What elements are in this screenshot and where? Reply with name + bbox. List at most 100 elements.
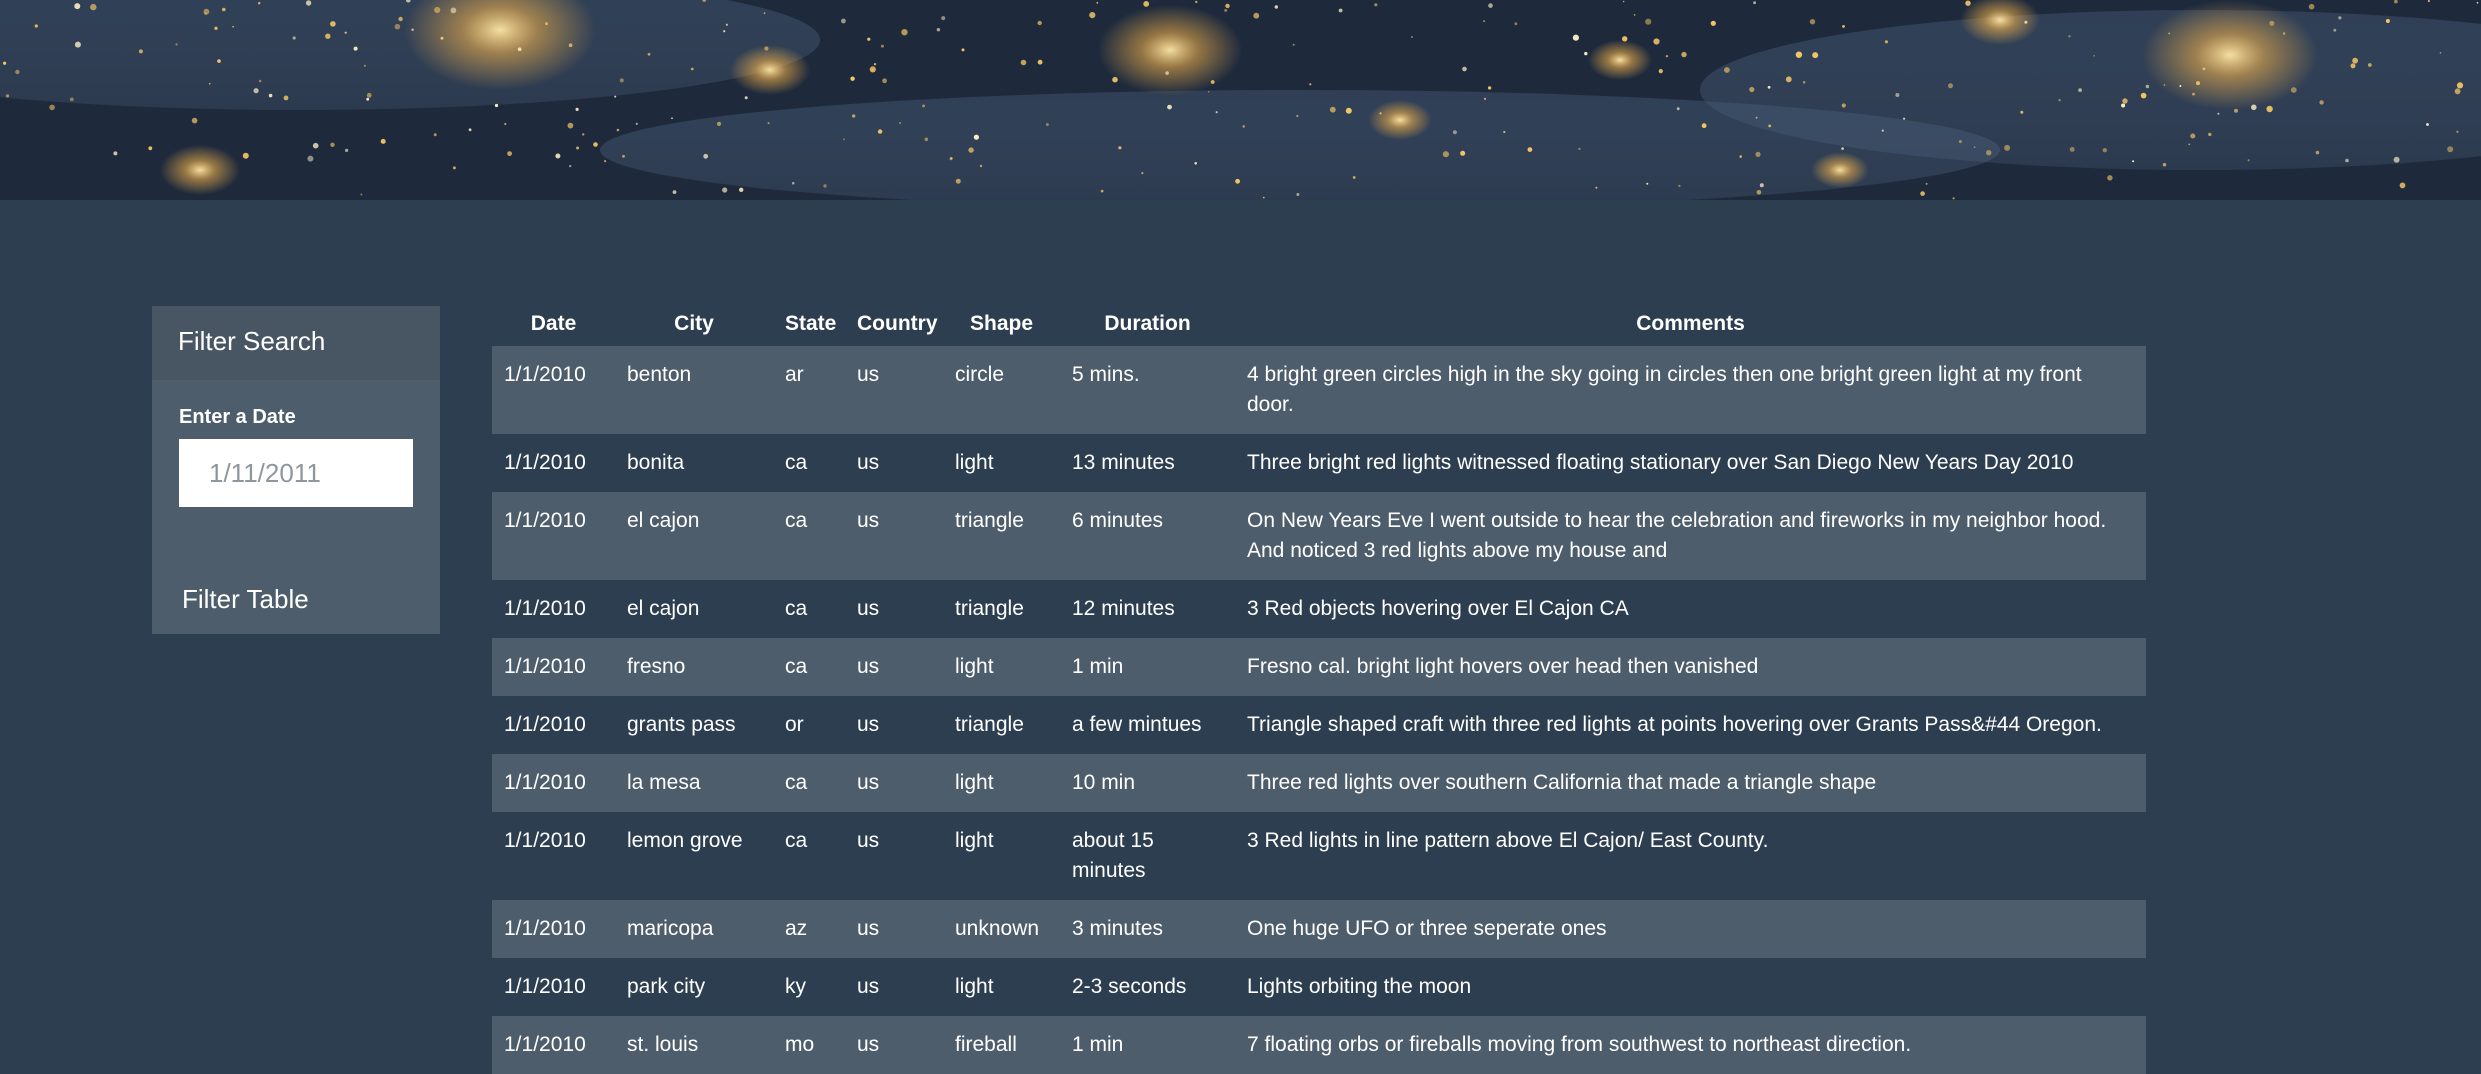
cell-state: ca xyxy=(785,509,808,532)
cell-duration: 3 minutes xyxy=(1072,917,1164,940)
city-light xyxy=(1739,155,1742,158)
city-light xyxy=(1920,191,1925,196)
city-light xyxy=(941,16,946,21)
city-light xyxy=(569,164,572,168)
city-light xyxy=(2093,55,2095,57)
cell-date: 1/1/2010 xyxy=(504,363,586,386)
cell-shape: fireball xyxy=(955,1033,1017,1056)
city-light xyxy=(619,78,624,83)
city-light xyxy=(767,122,770,125)
city-light xyxy=(1483,97,1487,100)
cell-state: ca xyxy=(785,451,808,474)
cell-country: us xyxy=(857,655,880,678)
city-light xyxy=(433,133,437,137)
city-light xyxy=(517,47,522,51)
city-light xyxy=(672,190,677,195)
city-light xyxy=(191,117,198,124)
city-light xyxy=(1503,130,1506,134)
city-light xyxy=(1755,116,1758,119)
city-light xyxy=(363,64,366,67)
city-light xyxy=(545,22,548,26)
city-light xyxy=(841,18,846,24)
table-row: 1/1/2010 el cajon ca us triangle 12 minutes 3 … xyxy=(492,580,2146,638)
city-light xyxy=(69,97,74,102)
city-light xyxy=(703,153,709,159)
cell-duration: 5 mins. xyxy=(1072,363,1140,386)
table-row: 1/1/2010 grants pass or us triangle a few min… xyxy=(492,696,2146,754)
city-light xyxy=(15,69,20,75)
city-light xyxy=(305,0,312,6)
cell-shape: triangle xyxy=(955,509,1024,532)
city-light xyxy=(2350,63,2356,69)
cell-shape: light xyxy=(955,975,994,998)
city-light xyxy=(614,95,617,98)
city-light xyxy=(763,12,766,15)
city-light xyxy=(567,122,574,129)
city-light xyxy=(74,41,81,48)
city-light xyxy=(2290,87,2297,93)
city-light xyxy=(2078,88,2083,92)
city-light xyxy=(1952,197,1955,200)
city-light xyxy=(2179,85,2182,87)
date-input[interactable] xyxy=(179,439,413,507)
city-light xyxy=(1352,176,1356,179)
city-light xyxy=(869,66,876,73)
city-light xyxy=(1768,124,1772,128)
city-light xyxy=(2338,16,2342,20)
city-light xyxy=(2352,57,2359,64)
city-light xyxy=(568,43,573,47)
city-light xyxy=(1753,1,1756,5)
header-duration: Duration xyxy=(1104,312,1191,335)
cell-date: 1/1/2010 xyxy=(504,1033,586,1056)
city-light xyxy=(936,28,941,32)
city-light xyxy=(1767,85,1771,89)
city-light xyxy=(1653,38,1660,45)
city-light xyxy=(979,164,983,168)
city-light xyxy=(973,134,980,140)
city-light xyxy=(2456,82,2464,89)
city-light xyxy=(1645,18,1652,25)
city-light xyxy=(635,122,638,125)
city-light xyxy=(716,121,722,126)
ufo-table-container: Date City State Country Shape Duration C… xyxy=(492,296,2146,1074)
city-light xyxy=(292,36,296,40)
city-light xyxy=(1141,172,1144,175)
city-light xyxy=(1118,146,1122,150)
city-light xyxy=(2251,104,2257,111)
cell-city: lemon grove xyxy=(627,829,743,852)
city-light xyxy=(2140,92,2147,99)
city-light xyxy=(353,46,358,51)
cell-city: grants pass xyxy=(627,713,736,736)
city-light xyxy=(5,94,10,98)
cell-shape: light xyxy=(955,451,994,474)
header-city: City xyxy=(674,312,714,335)
city-light xyxy=(2234,108,2238,113)
table-row: 1/1/2010 la mesa ca us light 10 min Three red … xyxy=(492,754,2146,812)
city-light xyxy=(148,146,153,151)
city-light xyxy=(283,95,289,101)
city-light xyxy=(1488,3,1493,8)
city-light xyxy=(1100,189,1104,193)
city-light xyxy=(2162,163,2167,167)
city-light xyxy=(2345,158,2349,163)
city-light xyxy=(1253,12,1260,19)
city-light xyxy=(949,157,953,161)
city-light xyxy=(2447,146,2454,153)
city-light xyxy=(1584,51,1588,56)
filter-heading: Filter Search xyxy=(152,306,440,380)
city-light xyxy=(1020,59,1027,66)
city-light xyxy=(1263,196,1265,199)
city-light xyxy=(138,49,143,54)
ufo-table: Date City State Country Shape Duration C… xyxy=(492,296,2146,1074)
city-light xyxy=(968,147,974,153)
city-light xyxy=(344,31,347,34)
city-light xyxy=(2102,148,2107,153)
cell-country: us xyxy=(857,829,880,852)
cell-shape: circle xyxy=(955,363,1005,386)
city-light xyxy=(214,26,218,30)
cell-shape: light xyxy=(955,829,994,852)
city-light xyxy=(1411,36,1413,38)
city-light xyxy=(2190,133,2196,139)
city-glow xyxy=(1811,152,1869,188)
filter-table-button[interactable]: Filter Table xyxy=(182,584,309,615)
